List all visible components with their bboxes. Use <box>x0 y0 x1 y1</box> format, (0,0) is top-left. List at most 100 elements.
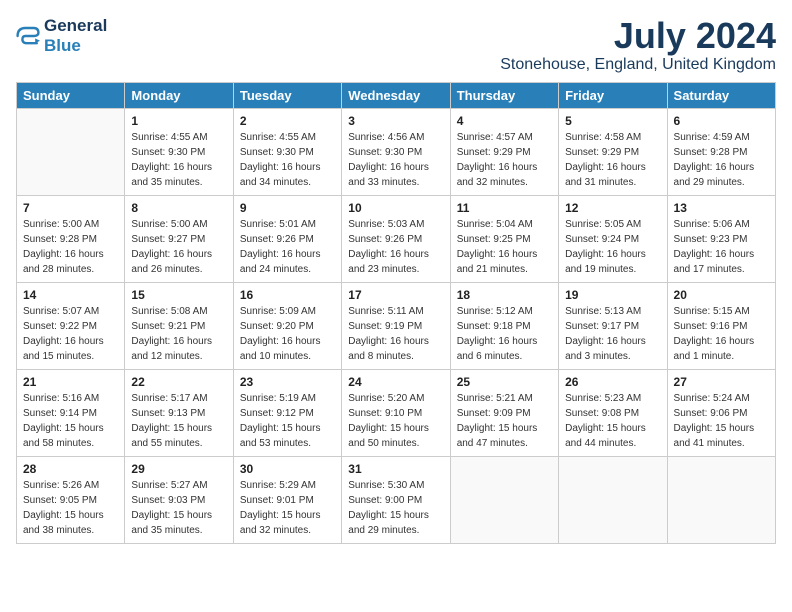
day-number: 17 <box>348 288 443 302</box>
day-number: 11 <box>457 201 552 215</box>
day-number: 10 <box>348 201 443 215</box>
calendar-cell: 25 Sunrise: 5:21 AM Sunset: 9:09 PM Dayli… <box>450 369 558 456</box>
day-number: 19 <box>565 288 660 302</box>
day-number: 27 <box>674 375 769 389</box>
day-info: Sunrise: 5:27 AM Sunset: 9:03 PM Dayligh… <box>131 478 226 538</box>
calendar-cell: 20Sunrise: 5:15 AM Sunset: 9:16 PM Dayli… <box>667 282 775 369</box>
day-info: Sunrise: 5:26 AM Sunset: 9:05 PM Dayligh… <box>23 478 118 538</box>
calendar-week-2: 7 Sunrise: 5:00 AM Sunset: 9:28 PM Daylig… <box>17 195 776 282</box>
calendar-cell: 27 Sunrise: 5:24 AM Sunset: 9:06 PM Dayli… <box>667 369 775 456</box>
calendar-cell: 10 Sunrise: 5:03 AM Sunset: 9:26 PM Dayli… <box>342 195 450 282</box>
day-number: 6 <box>674 114 769 128</box>
day-number: 3 <box>348 114 443 128</box>
day-number: 4 <box>457 114 552 128</box>
day-number: 9 <box>240 201 335 215</box>
day-info: Sunrise: 5:17 AM Sunset: 9:13 PM Dayligh… <box>131 391 226 451</box>
calendar-body: 1 Sunrise: 4:55 AM Sunset: 9:30 PM Daylig… <box>17 108 776 543</box>
day-info: Sunrise: 5:15 AM Sunset: 9:16 PM Dayligh… <box>674 304 769 364</box>
calendar-cell <box>17 108 125 195</box>
calendar-cell: 24Sunrise: 5:20 AM Sunset: 9:10 PM Dayli… <box>342 369 450 456</box>
calendar-cell: 9 Sunrise: 5:01 AM Sunset: 9:26 PM Daylig… <box>233 195 341 282</box>
day-number: 15 <box>131 288 226 302</box>
column-header-monday: Monday <box>125 82 233 108</box>
day-number: 31 <box>348 462 443 476</box>
calendar-cell: 3 Sunrise: 4:56 AM Sunset: 9:30 PM Daylig… <box>342 108 450 195</box>
day-info: Sunrise: 5:05 AM Sunset: 9:24 PM Dayligh… <box>565 217 660 277</box>
day-info: Sunrise: 5:11 AM Sunset: 9:19 PM Dayligh… <box>348 304 443 364</box>
calendar-cell: 22 Sunrise: 5:17 AM Sunset: 9:13 PM Dayli… <box>125 369 233 456</box>
day-number: 21 <box>23 375 118 389</box>
calendar-cell <box>559 456 667 543</box>
day-number: 5 <box>565 114 660 128</box>
day-info: Sunrise: 4:59 AM Sunset: 9:28 PM Dayligh… <box>674 130 769 190</box>
logo-icon <box>16 24 40 48</box>
day-number: 22 <box>131 375 226 389</box>
logo: General Blue <box>16 16 107 57</box>
day-info: Sunrise: 4:57 AM Sunset: 9:29 PM Dayligh… <box>457 130 552 190</box>
day-info: Sunrise: 5:13 AM Sunset: 9:17 PM Dayligh… <box>565 304 660 364</box>
calendar-cell: 28 Sunrise: 5:26 AM Sunset: 9:05 PM Dayli… <box>17 456 125 543</box>
day-number: 28 <box>23 462 118 476</box>
day-info: Sunrise: 5:24 AM Sunset: 9:06 PM Dayligh… <box>674 391 769 451</box>
calendar-cell: 15Sunrise: 5:08 AM Sunset: 9:21 PM Dayli… <box>125 282 233 369</box>
calendar-cell: 29 Sunrise: 5:27 AM Sunset: 9:03 PM Dayli… <box>125 456 233 543</box>
calendar-cell: 6 Sunrise: 4:59 AM Sunset: 9:28 PM Daylig… <box>667 108 775 195</box>
calendar-week-5: 28 Sunrise: 5:26 AM Sunset: 9:05 PM Dayli… <box>17 456 776 543</box>
calendar-cell: 26Sunrise: 5:23 AM Sunset: 9:08 PM Dayli… <box>559 369 667 456</box>
day-info: Sunrise: 5:16 AM Sunset: 9:14 PM Dayligh… <box>23 391 118 451</box>
calendar-cell: 19 Sunrise: 5:13 AM Sunset: 9:17 PM Dayli… <box>559 282 667 369</box>
calendar-cell: 13Sunrise: 5:06 AM Sunset: 9:23 PM Dayli… <box>667 195 775 282</box>
day-info: Sunrise: 5:03 AM Sunset: 9:26 PM Dayligh… <box>348 217 443 277</box>
day-number: 7 <box>23 201 118 215</box>
day-info: Sunrise: 5:09 AM Sunset: 9:20 PM Dayligh… <box>240 304 335 364</box>
day-info: Sunrise: 5:30 AM Sunset: 9:00 PM Dayligh… <box>348 478 443 538</box>
calendar-cell: 17 Sunrise: 5:11 AM Sunset: 9:19 PM Dayli… <box>342 282 450 369</box>
day-info: Sunrise: 4:55 AM Sunset: 9:30 PM Dayligh… <box>131 130 226 190</box>
location-subtitle: Stonehouse, England, United Kingdom <box>500 56 776 74</box>
day-info: Sunrise: 5:21 AM Sunset: 9:09 PM Dayligh… <box>457 391 552 451</box>
day-number: 18 <box>457 288 552 302</box>
calendar-cell: 21 Sunrise: 5:16 AM Sunset: 9:14 PM Dayli… <box>17 369 125 456</box>
calendar-cell: 2 Sunrise: 4:55 AM Sunset: 9:30 PM Daylig… <box>233 108 341 195</box>
logo-text: General Blue <box>44 16 107 57</box>
month-title: July 2024 <box>500 16 776 56</box>
day-info: Sunrise: 5:29 AM Sunset: 9:01 PM Dayligh… <box>240 478 335 538</box>
day-info: Sunrise: 5:19 AM Sunset: 9:12 PM Dayligh… <box>240 391 335 451</box>
day-info: Sunrise: 4:58 AM Sunset: 9:29 PM Dayligh… <box>565 130 660 190</box>
day-info: Sunrise: 4:56 AM Sunset: 9:30 PM Dayligh… <box>348 130 443 190</box>
day-info: Sunrise: 5:01 AM Sunset: 9:26 PM Dayligh… <box>240 217 335 277</box>
calendar-cell: 23Sunrise: 5:19 AM Sunset: 9:12 PM Dayli… <box>233 369 341 456</box>
calendar-cell: 16 Sunrise: 5:09 AM Sunset: 9:20 PM Dayli… <box>233 282 341 369</box>
calendar-cell: 5 Sunrise: 4:58 AM Sunset: 9:29 PM Daylig… <box>559 108 667 195</box>
calendar-week-4: 21 Sunrise: 5:16 AM Sunset: 9:14 PM Dayli… <box>17 369 776 456</box>
day-number: 8 <box>131 201 226 215</box>
day-info: Sunrise: 5:00 AM Sunset: 9:27 PM Dayligh… <box>131 217 226 277</box>
page-header: General Blue July 2024 Stonehouse, Engla… <box>16 16 776 74</box>
calendar-cell: 30Sunrise: 5:29 AM Sunset: 9:01 PM Dayli… <box>233 456 341 543</box>
calendar-header-row: SundayMondayTuesdayWednesdayThursdayFrid… <box>17 82 776 108</box>
day-info: Sunrise: 5:23 AM Sunset: 9:08 PM Dayligh… <box>565 391 660 451</box>
column-header-saturday: Saturday <box>667 82 775 108</box>
calendar-cell: 18Sunrise: 5:12 AM Sunset: 9:18 PM Dayli… <box>450 282 558 369</box>
column-header-sunday: Sunday <box>17 82 125 108</box>
calendar-cell: 8 Sunrise: 5:00 AM Sunset: 9:27 PM Daylig… <box>125 195 233 282</box>
calendar-week-1: 1 Sunrise: 4:55 AM Sunset: 9:30 PM Daylig… <box>17 108 776 195</box>
day-number: 25 <box>457 375 552 389</box>
calendar-cell: 4 Sunrise: 4:57 AM Sunset: 9:29 PM Daylig… <box>450 108 558 195</box>
day-info: Sunrise: 5:00 AM Sunset: 9:28 PM Dayligh… <box>23 217 118 277</box>
calendar-week-3: 14Sunrise: 5:07 AM Sunset: 9:22 PM Dayli… <box>17 282 776 369</box>
day-number: 29 <box>131 462 226 476</box>
day-info: Sunrise: 4:55 AM Sunset: 9:30 PM Dayligh… <box>240 130 335 190</box>
calendar-cell: 11Sunrise: 5:04 AM Sunset: 9:25 PM Dayli… <box>450 195 558 282</box>
day-info: Sunrise: 5:07 AM Sunset: 9:22 PM Dayligh… <box>23 304 118 364</box>
day-number: 1 <box>131 114 226 128</box>
calendar-table: SundayMondayTuesdayWednesdayThursdayFrid… <box>16 82 776 544</box>
day-number: 16 <box>240 288 335 302</box>
column-header-tuesday: Tuesday <box>233 82 341 108</box>
calendar-cell: 12Sunrise: 5:05 AM Sunset: 9:24 PM Dayli… <box>559 195 667 282</box>
calendar-cell: 1 Sunrise: 4:55 AM Sunset: 9:30 PM Daylig… <box>125 108 233 195</box>
day-number: 2 <box>240 114 335 128</box>
title-block: July 2024 Stonehouse, England, United Ki… <box>500 16 776 74</box>
calendar-cell <box>450 456 558 543</box>
day-number: 13 <box>674 201 769 215</box>
